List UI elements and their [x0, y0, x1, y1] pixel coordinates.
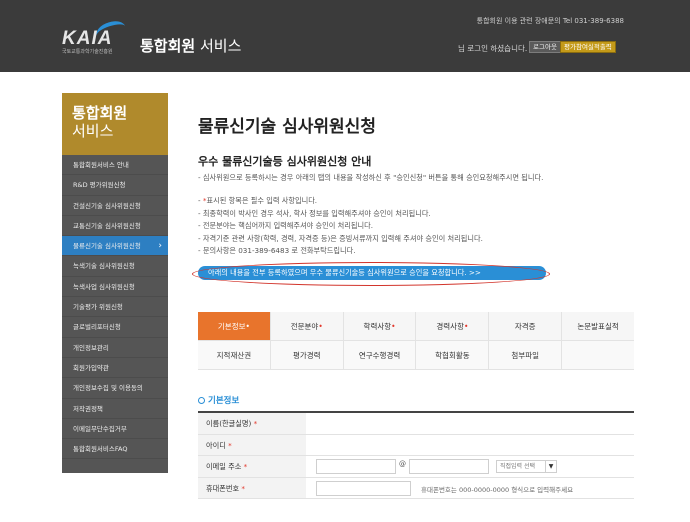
- required-dot: •: [391, 322, 396, 331]
- sidebar-item-email-refusal[interactable]: 이메일무단수집거부: [62, 419, 168, 440]
- note-required-text: 표시된 항목은 필수 입력 사항입니다.: [206, 196, 318, 205]
- logo-text: KAIA: [62, 28, 113, 49]
- sidebar-item-green-tech[interactable]: 녹색기술 심사위원신청: [62, 256, 168, 277]
- kaia-logo[interactable]: KAIA 국토교통과학기술진흥원: [62, 17, 142, 55]
- tab-label: 기본정보: [217, 322, 246, 331]
- logo-subtext: 국토교통과학기술진흥원: [62, 49, 113, 55]
- required-mark: *: [253, 419, 258, 428]
- name-label: 이름(한글실명) *: [198, 413, 306, 434]
- required-dot: •: [245, 322, 250, 331]
- tab-career[interactable]: 경력사항•: [416, 312, 490, 341]
- sidebar-item-copyright[interactable]: 저작권정책: [62, 399, 168, 419]
- basic-info-heading: 기본정보: [198, 394, 239, 406]
- tab-association-activity[interactable]: 학협회활동: [416, 341, 490, 370]
- tab-expertise[interactable]: 전문분야•: [270, 312, 344, 341]
- email-local-input[interactable]: [316, 459, 396, 474]
- tab-intellectual-property[interactable]: 지적재산권: [198, 341, 271, 370]
- note-item: - 문의사항은 031-389-6483 로 전화부탁드립니다.: [198, 246, 356, 255]
- tab-label: 전문분야: [290, 322, 319, 331]
- tab-empty: [562, 341, 634, 370]
- email-label-text: 이메일 주소: [206, 462, 242, 471]
- phone-label-text: 휴대폰번호: [206, 483, 240, 493]
- sidebar-item-transport-tech[interactable]: 교통신기술 심사위원신청: [62, 216, 168, 237]
- basic-info-heading-text: 기본정보: [208, 396, 240, 406]
- tab-row-1: 기본정보• 전문분야• 학력사항• 경력사항• 자격증 논문발표실적: [198, 312, 634, 341]
- tab-attachments[interactable]: 첨부파일: [489, 341, 563, 370]
- sidebar-item-logistics-tech[interactable]: 물류신기술 심사위원신청: [62, 236, 168, 257]
- note-item: - 최종학력이 박사인 경우 석사, 학사 정보를 입력해주셔야 승인이 처리됩…: [198, 208, 431, 218]
- form-row-id: 아이디 *: [198, 434, 634, 456]
- site-header: KAIA 국토교통과학기술진흥원 통합회원 서비스 통합회원 이용 관련 장애문…: [0, 0, 690, 72]
- tab-research-career[interactable]: 연구수행경력: [343, 341, 417, 370]
- note-required: - *표시된 항목은 필수 입력 사항입니다.: [198, 195, 483, 208]
- info-tabs: 기본정보• 전문분야• 학력사항• 경력사항• 자격증 논문발표실적 지적재산권…: [198, 312, 634, 370]
- id-value: [306, 435, 634, 456]
- logout-button[interactable]: 로그아웃: [529, 41, 561, 53]
- page-title: 물류신기술 심사위원신청: [198, 117, 376, 137]
- service-title: 통합회원 서비스: [140, 35, 241, 56]
- sidebar-item-global-reporter[interactable]: 글로벌리포터신청: [62, 317, 168, 338]
- notes-list: - *표시된 항목은 필수 입력 사항입니다. - 최종학력이 박사인 경우 석…: [198, 195, 483, 258]
- email-value: @ 직접입력 선택 ▼: [306, 456, 634, 477]
- email-domain-input[interactable]: [409, 459, 489, 474]
- chevron-down-icon[interactable]: ▼: [545, 461, 556, 472]
- note-item: - 전문분야는 핵심어까지 입력해주셔야 승인이 처리됩니다.: [198, 221, 374, 230]
- phone-label: 휴대폰번호 *: [198, 477, 306, 498]
- tab-basic-info[interactable]: 기본정보•: [198, 312, 271, 341]
- email-at-sign: @: [399, 460, 406, 468]
- sidebar-item-tech-evaluation[interactable]: 기술평가 위원신청: [62, 297, 168, 318]
- sidebar-item-privacy-consent[interactable]: 개인정보수집 및 이용동의: [62, 378, 168, 399]
- section-title: 우수 물류신기술등 심사위원신청 안내: [198, 155, 372, 168]
- email-domain-select[interactable]: 직접입력 선택 ▼: [496, 460, 557, 473]
- required-dot: •: [318, 322, 323, 331]
- eval-record-print-button[interactable]: 평가참여실적출력: [560, 41, 616, 53]
- intro-text: - 심사위원으로 등록하시는 경우 아래의 탭의 내용을 작성하신 후 "승인신…: [198, 173, 544, 182]
- phone-input[interactable]: [316, 480, 411, 496]
- sidebar-item-service-guide[interactable]: 통합회원서비스 안내: [62, 155, 168, 176]
- tab-label: 논문발표실적: [577, 322, 619, 331]
- sidebar-header: 통합회원 서비스: [62, 93, 168, 155]
- id-label: 아이디 *: [198, 434, 306, 455]
- basic-info-form: 이름(한글실명) * 아이디 * 이메일 주소 * @ 직접입력 선택 ▼ 휴대폰…: [198, 411, 634, 499]
- phone-value: 휴대폰번호는 000-0000-0000 형식으로 입력해주세요: [306, 478, 634, 499]
- required-dot: •: [463, 322, 469, 331]
- service-title-rest: 서비스: [195, 37, 242, 55]
- sidebar-item-faq[interactable]: 통합회원서비스FAQ: [62, 439, 168, 460]
- tab-evaluation-career[interactable]: 평가경력: [270, 341, 344, 370]
- sidebar: 통합회원 서비스 통합회원서비스 안내 R&D 평가위원신청 건설신기술 심사위…: [62, 93, 168, 473]
- name-value: [306, 413, 634, 434]
- service-title-bold: 통합회원: [140, 37, 196, 55]
- id-label-text: 아이디: [206, 440, 226, 450]
- required-mark: *: [228, 440, 232, 450]
- sidebar-item-green-business[interactable]: 녹색사업 심사위원신청: [62, 277, 168, 298]
- tab-label: 경력사항: [436, 322, 464, 331]
- email-label: 이메일 주소 *: [198, 456, 306, 477]
- form-row-phone: 휴대폰번호 * 휴대폰번호는 000-0000-0000 형식으로 입력해주세요: [198, 477, 634, 499]
- sidebar-title-line2: 서비스: [72, 122, 114, 140]
- login-status: 님 로그인 하셨습니다.: [458, 44, 528, 53]
- tab-education[interactable]: 학력사항•: [343, 312, 417, 341]
- required-mark: *: [243, 462, 248, 471]
- form-row-email: 이메일 주소 * @ 직접입력 선택 ▼: [198, 456, 634, 478]
- sidebar-item-rnd-evaluator[interactable]: R&D 평가위원신청: [62, 175, 168, 196]
- tab-certificates[interactable]: 자격증: [489, 312, 563, 341]
- tab-publications[interactable]: 논문발표실적: [562, 312, 634, 341]
- contact-info: 통합회원 이용 관련 장애문의 Tel 031-389-6388: [476, 17, 624, 25]
- note-item: - 자격기준 관련 사항(학력, 경력, 자격증 등)은 증빙서류까지 입력해 …: [198, 233, 483, 243]
- email-domain-select-value: 직접입력 선택: [500, 463, 536, 470]
- phone-format-hint: 휴대폰번호는 000-0000-0000 형식으로 입력해주세요: [421, 485, 574, 494]
- tab-row-2: 지적재산권 평가경력 연구수행경력 학협회활동 첨부파일: [198, 341, 634, 370]
- sidebar-item-personal-info[interactable]: 개인정보관리: [62, 338, 168, 358]
- tab-label: 자격증: [514, 322, 536, 331]
- required-mark: *: [241, 483, 245, 493]
- sidebar-title-line1: 통합회원: [72, 104, 128, 122]
- form-row-name: 이름(한글실명) *: [198, 413, 634, 435]
- sidebar-item-terms[interactable]: 회원가입약관: [62, 358, 168, 379]
- sidebar-item-construction-tech[interactable]: 건설신기술 심사위원신청: [62, 196, 168, 216]
- circle-bullet-icon: [198, 397, 205, 404]
- highlight-ellipse: [192, 262, 550, 286]
- name-label-text: 이름(한글실명): [206, 419, 252, 428]
- tab-label: 학력사항: [363, 322, 392, 331]
